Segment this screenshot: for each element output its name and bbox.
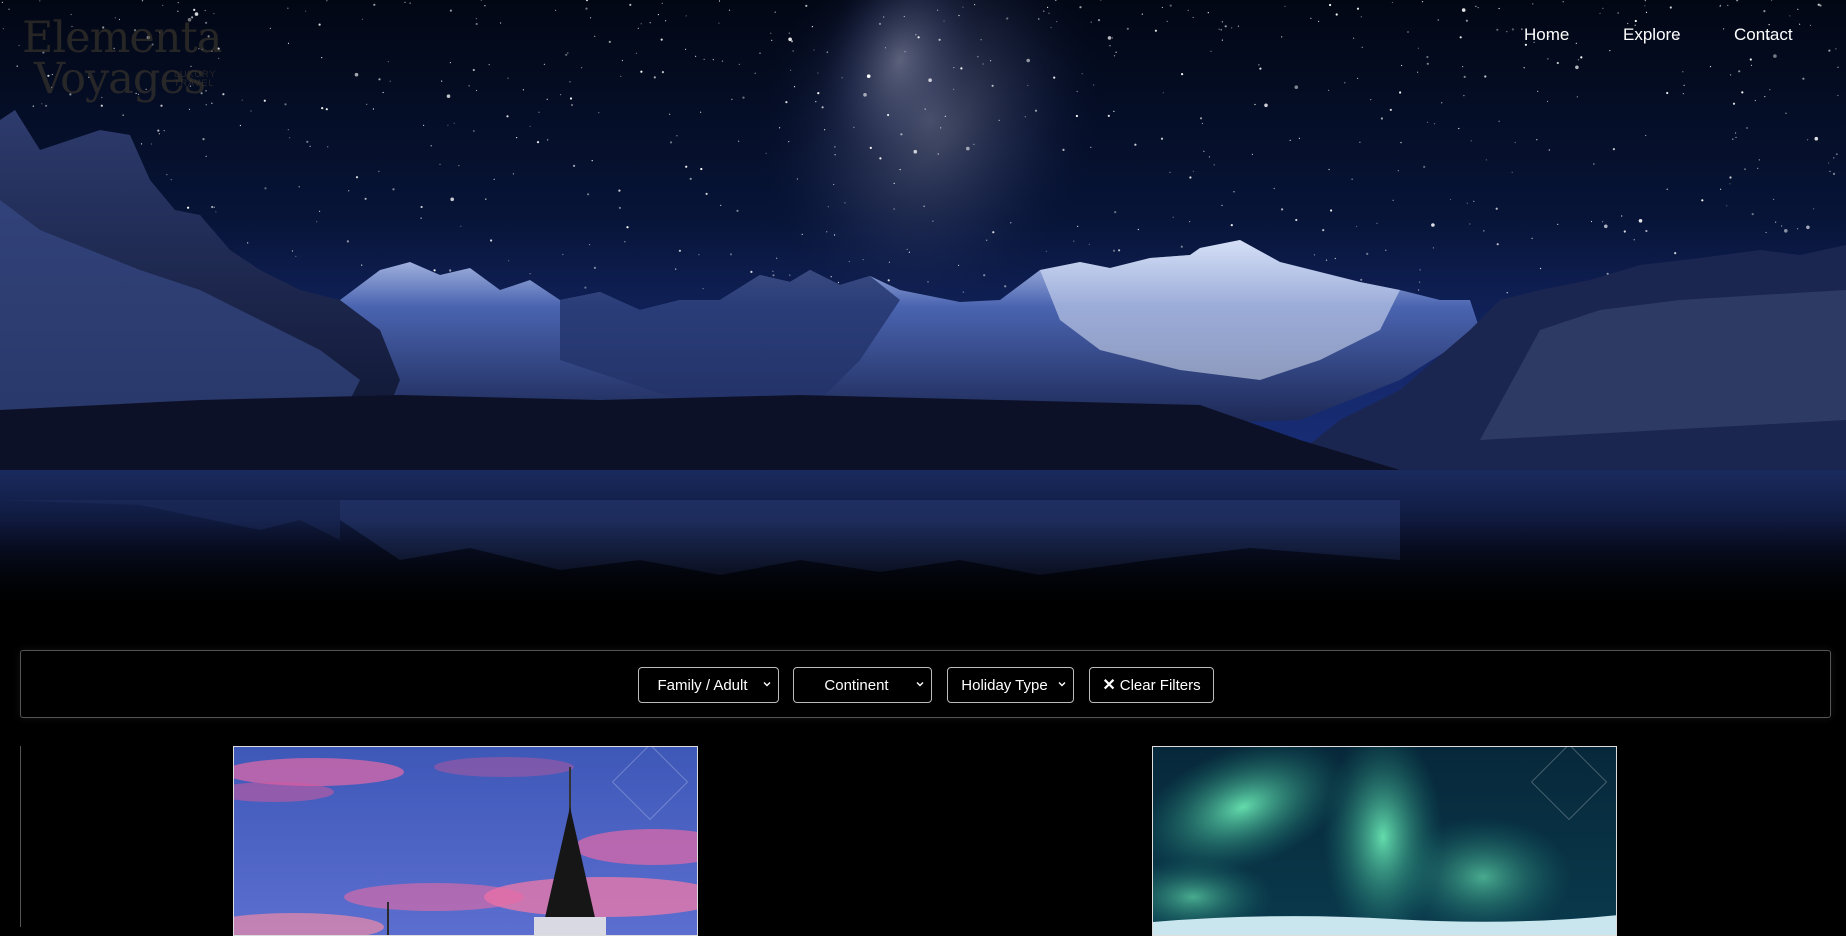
clear-filters-label: Clear Filters [1119, 676, 1201, 694]
main-nav: Home Explore Contact [0, 25, 1846, 55]
brand-tagline: LUXURY TRAVEL [174, 69, 217, 88]
destination-card-aurora[interactable] [1152, 746, 1617, 936]
chevron-down-icon [1058, 682, 1066, 687]
family-adult-select[interactable]: Family / Adult [638, 667, 779, 703]
family-adult-label: Family / Adult [657, 676, 748, 694]
holiday-type-label: Holiday Type [961, 676, 1048, 694]
filter-bar: Family / Adult Continent Holiday Type ✕ … [20, 650, 1831, 718]
nav-contact-link[interactable]: Contact [1734, 25, 1793, 45]
nav-home-link[interactable]: Home [1524, 25, 1569, 45]
holiday-type-select[interactable]: Holiday Type [947, 667, 1074, 703]
results-divider [20, 746, 21, 927]
destination-card-church[interactable] [233, 746, 698, 936]
mountain-lake-night-image [0, 0, 1846, 615]
chevron-down-icon [763, 682, 771, 687]
chevron-down-icon [916, 682, 924, 687]
close-icon: ✕ [1102, 677, 1116, 694]
continent-label: Continent [824, 676, 889, 694]
clear-filters-button[interactable]: ✕ Clear Filters [1089, 667, 1214, 703]
hero-banner: Elementa Voyages LUXURY TRAVEL Home Expl… [0, 0, 1846, 615]
nav-explore-link[interactable]: Explore [1623, 25, 1681, 45]
continent-select[interactable]: Continent [793, 667, 932, 703]
